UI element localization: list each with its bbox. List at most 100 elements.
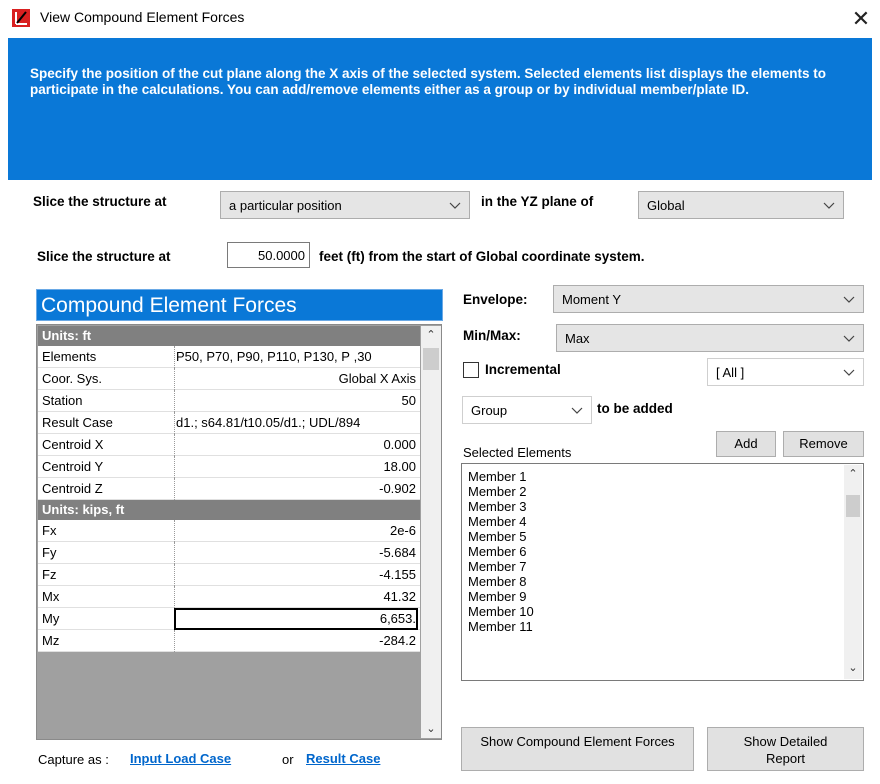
title-bar: View Compound Element Forces ✕ bbox=[0, 0, 880, 38]
list-item[interactable]: Member 1 bbox=[468, 469, 527, 484]
property-key: Result Case bbox=[42, 415, 113, 430]
close-button[interactable]: ✕ bbox=[846, 4, 876, 34]
property-value: 18.00 bbox=[383, 459, 416, 474]
add-button[interactable]: Add bbox=[716, 431, 776, 457]
grid-scrollbar[interactable]: ⌃ ⌄ bbox=[421, 326, 441, 738]
property-key: Coor. Sys. bbox=[42, 371, 102, 386]
scroll-down-icon[interactable]: ⌄ bbox=[844, 659, 862, 677]
property-value: 894/d1.; s64.81/t10.05/d1.; UDL bbox=[176, 415, 361, 430]
scroll-thumb[interactable] bbox=[423, 348, 439, 370]
instruction-banner: Specify the position of the cut plane al… bbox=[8, 38, 872, 180]
list-item[interactable]: Member 3 bbox=[468, 499, 527, 514]
property-row-fx[interactable]: Fx 2e-6 bbox=[38, 520, 420, 542]
property-key: Fx bbox=[42, 523, 57, 538]
minmax-value: Max bbox=[565, 331, 590, 346]
property-value: Global X Axis bbox=[338, 371, 416, 386]
list-item[interactable]: Member 4 bbox=[468, 514, 527, 529]
property-row-mx[interactable]: Mx 41.32 bbox=[38, 586, 420, 608]
list-item[interactable]: Member 6 bbox=[468, 544, 527, 559]
envelope-value: Moment Y bbox=[562, 292, 622, 307]
slice-mode-dropdown[interactable]: a particular position bbox=[220, 191, 470, 219]
position-label: Slice the structure at bbox=[37, 249, 171, 264]
position-suffix: feet (ft) from the start of Global coord… bbox=[319, 249, 645, 264]
list-item[interactable]: Member 10 bbox=[468, 604, 534, 619]
property-key: Mz bbox=[42, 633, 60, 648]
chevron-down-icon bbox=[843, 296, 855, 303]
list-item[interactable]: Member 7 bbox=[468, 559, 527, 574]
property-grid[interactable]: Units: ft Elements 30, P50, P70, P90, P1… bbox=[36, 324, 442, 740]
chevron-down-icon bbox=[571, 407, 583, 414]
show-compound-forces-button[interactable]: Show Compound Element Forces bbox=[461, 727, 694, 771]
property-row-result-case[interactable]: Result Case 894/d1.; s64.81/t10.05/d1.; … bbox=[38, 412, 420, 434]
envelope-dropdown[interactable]: Moment Y bbox=[553, 285, 864, 313]
property-key: Fz bbox=[42, 567, 57, 582]
property-row-mz[interactable]: Mz -284.2 bbox=[38, 630, 420, 652]
chevron-down-icon bbox=[823, 202, 835, 209]
scroll-up-icon[interactable]: ⌃ bbox=[844, 465, 862, 483]
list-item[interactable]: Member 8 bbox=[468, 574, 527, 589]
scroll-down-icon[interactable]: ⌄ bbox=[421, 720, 441, 738]
group-dropdown[interactable]: Group bbox=[462, 396, 592, 424]
scroll-thumb[interactable] bbox=[846, 495, 860, 517]
property-row-fy[interactable]: Fy -5.684 bbox=[38, 542, 420, 564]
property-row-centroid-y[interactable]: Centroid Y 18.00 bbox=[38, 456, 420, 478]
panel-title: Compound Element Forces bbox=[36, 289, 443, 321]
position-input[interactable]: 50.0000 bbox=[227, 242, 310, 268]
incremental-filter-dropdown[interactable]: [ All ] bbox=[707, 358, 864, 386]
capture-label: Capture as : bbox=[38, 752, 109, 767]
section-header-units-ft: Units: ft bbox=[38, 326, 420, 346]
staad-logo-icon bbox=[12, 9, 30, 27]
property-row-fz[interactable]: Fz -4.155 bbox=[38, 564, 420, 586]
capture-or-text: or bbox=[282, 752, 294, 767]
input-load-case-link[interactable]: Input Load Case bbox=[130, 751, 231, 766]
property-row-station[interactable]: Station 50 bbox=[38, 390, 420, 412]
instruction-text: Specify the position of the cut plane al… bbox=[30, 66, 826, 97]
minmax-label: Min/Max: bbox=[463, 328, 521, 343]
group-value: Group bbox=[471, 403, 508, 418]
property-key: Centroid Z bbox=[42, 481, 103, 496]
property-value: -284.2 bbox=[379, 633, 416, 648]
property-row-centroid-z[interactable]: Centroid Z -0.902 bbox=[38, 478, 420, 500]
incremental-label: Incremental bbox=[485, 362, 561, 377]
property-value: 2e-6 bbox=[389, 523, 416, 538]
selected-elements-label: Selected Elements bbox=[463, 445, 572, 460]
chevron-down-icon bbox=[843, 369, 855, 376]
chevron-down-icon bbox=[843, 335, 855, 342]
section-header-units-kips-ft: Units: kips, ft bbox=[38, 500, 420, 520]
position-value: 50.0000 bbox=[258, 248, 305, 263]
minmax-dropdown[interactable]: Max bbox=[556, 324, 864, 352]
envelope-label: Envelope: bbox=[463, 292, 528, 307]
slice-label: Slice the structure at bbox=[33, 194, 167, 209]
property-key: Mx bbox=[42, 589, 60, 604]
property-row-centroid-x[interactable]: Centroid X 0.000 bbox=[38, 434, 420, 456]
show-detailed-report-button[interactable]: Show Detailed Report bbox=[707, 727, 864, 771]
property-value: 6,653. bbox=[379, 611, 416, 626]
incremental-checkbox[interactable] bbox=[463, 362, 479, 378]
list-scrollbar[interactable]: ⌃ ⌄ bbox=[844, 465, 862, 679]
slice-mode-value: a particular position bbox=[229, 198, 342, 213]
property-key: Centroid X bbox=[42, 437, 104, 452]
property-key: Centroid Y bbox=[42, 459, 104, 474]
list-item[interactable]: Member 9 bbox=[468, 589, 527, 604]
property-row-my[interactable]: My 6,653. bbox=[38, 608, 420, 630]
property-value: 0.000 bbox=[383, 437, 416, 452]
property-value: 30, P50, P70, P90, P110, P130, P bbox=[176, 349, 372, 364]
remove-button[interactable]: Remove bbox=[783, 431, 864, 457]
list-item[interactable]: Member 11 bbox=[468, 619, 533, 634]
property-value: -4.155 bbox=[379, 567, 416, 582]
property-value: -5.684 bbox=[379, 545, 416, 560]
chevron-down-icon bbox=[449, 202, 461, 209]
property-row-elements[interactable]: Elements 30, P50, P70, P90, P110, P130, … bbox=[38, 346, 420, 368]
window-title: View Compound Element Forces bbox=[40, 9, 245, 25]
plane-label: in the YZ plane of bbox=[481, 194, 594, 209]
property-row-coor-sys[interactable]: Coor. Sys. Global X Axis bbox=[38, 368, 420, 390]
list-item[interactable]: Member 5 bbox=[468, 529, 527, 544]
result-case-link[interactable]: Result Case bbox=[306, 751, 380, 766]
property-value: 50 bbox=[401, 393, 416, 408]
property-key: My bbox=[42, 611, 60, 626]
coordinate-system-dropdown[interactable]: Global bbox=[638, 191, 844, 219]
property-key: Elements bbox=[42, 349, 97, 364]
scroll-up-icon[interactable]: ⌃ bbox=[421, 326, 441, 344]
selected-elements-list[interactable]: Member 1 Member 2 Member 3 Member 4 Memb… bbox=[461, 463, 864, 681]
list-item[interactable]: Member 2 bbox=[468, 484, 527, 499]
